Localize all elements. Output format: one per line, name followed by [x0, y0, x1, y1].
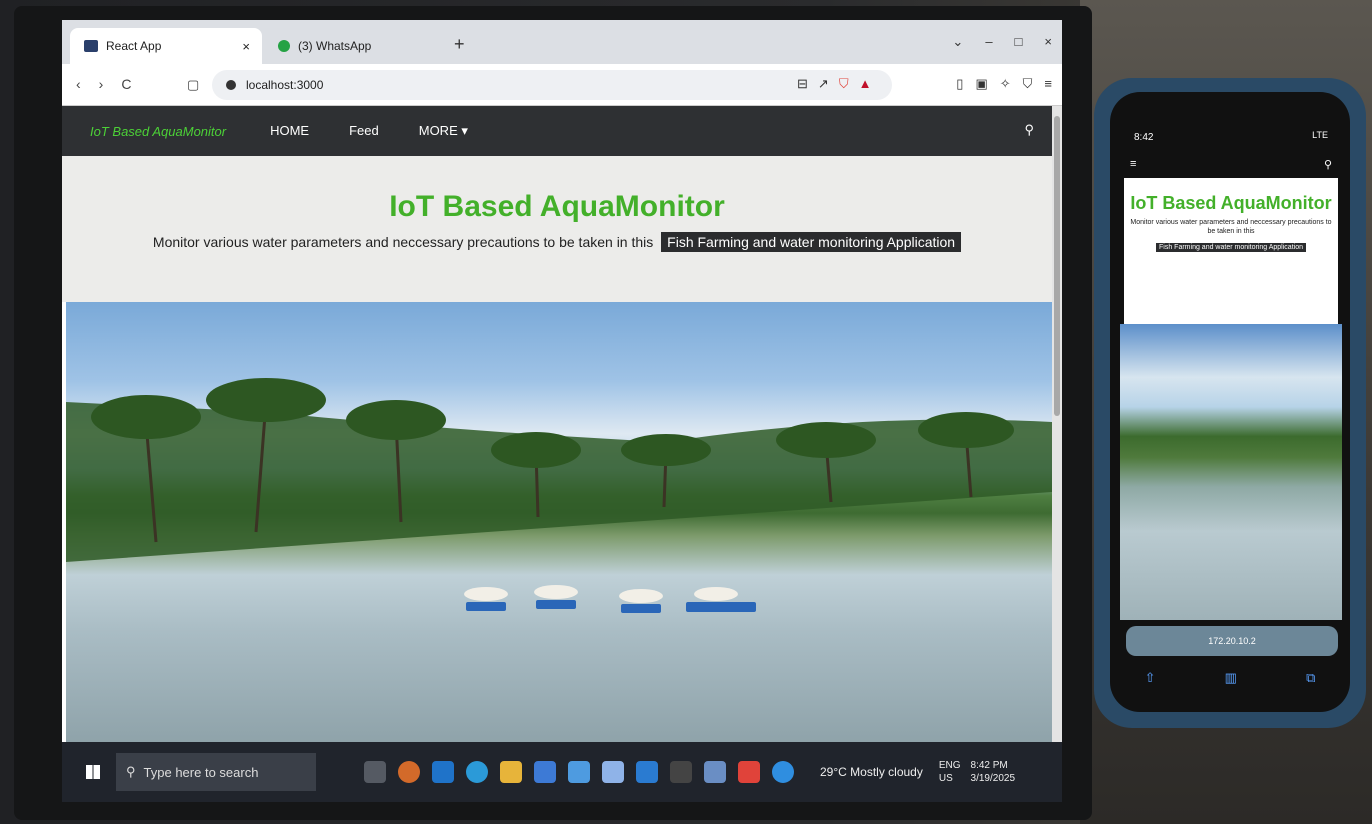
copilot-icon[interactable] [398, 761, 420, 783]
search-icon[interactable]: ⚲ [1324, 158, 1332, 171]
maximize-icon[interactable]: □ [1015, 34, 1023, 50]
back-icon[interactable]: ‹ [76, 76, 81, 92]
phone-subtitle: Monitor various water parameters and nec… [1130, 219, 1332, 235]
store-icon[interactable] [534, 761, 556, 783]
taskbar-search[interactable]: ⚲ Type here to search [116, 753, 316, 791]
sidebar-icon[interactable]: ▯ [956, 76, 963, 92]
phone-screen: 8:42 LTE ≡ ⚲ IoT Based AquaMonitor Monit… [1110, 92, 1350, 712]
scrollbar-thumb[interactable] [1054, 116, 1060, 416]
address-icons: ⊟ ↗ ⛉ ▲ [797, 76, 871, 92]
share-icon[interactable]: ↗ [818, 76, 829, 92]
monitor-screen: React App × (3) WhatsApp + ⌄ – □ × ‹ › C… [62, 20, 1062, 802]
clock-time: 8:42 PM [970, 760, 1008, 771]
close-window-icon[interactable]: × [1044, 34, 1052, 50]
outlook-icon[interactable] [432, 761, 454, 783]
brave-shield-icon[interactable]: ⛉ [839, 76, 849, 92]
notes-icon[interactable] [704, 761, 726, 783]
phone-network: LTE [1312, 130, 1328, 140]
react-favicon-icon [84, 40, 98, 52]
tab-react-app[interactable]: React App × [70, 28, 262, 64]
lang-top: ENG [938, 760, 961, 771]
forward-icon[interactable]: › [99, 76, 104, 92]
vpn-icon[interactable]: ⛉ [1023, 76, 1033, 92]
site-menu: HOME Feed MORE ▾ [270, 123, 468, 139]
search-icon[interactable]: ⚲ [1024, 122, 1034, 138]
tab-label: React App [106, 39, 162, 53]
bookmarks-icon[interactable]: ▥ [1225, 670, 1237, 686]
install-icon[interactable]: ⊟ [797, 76, 808, 92]
nav-buttons: ‹ › C [76, 76, 131, 92]
site-brand[interactable]: IoT Based AquaMonitor [90, 124, 226, 139]
menu-home[interactable]: HOME [270, 123, 309, 139]
documents-icon[interactable] [602, 761, 624, 783]
whatsapp-favicon-icon [278, 40, 290, 52]
close-tab-icon[interactable]: × [242, 39, 250, 54]
menu-feed[interactable]: Feed [349, 123, 379, 139]
phone-url-bar[interactable]: 172.20.10.2 [1126, 626, 1338, 656]
search-icon: ⚲ [126, 764, 136, 779]
hero-banner: IoT Based AquaMonitor Monitor various wa… [62, 156, 1052, 302]
brave-icon[interactable] [738, 761, 760, 783]
desktop-monitor: React App × (3) WhatsApp + ⌄ – □ × ‹ › C… [14, 6, 1092, 820]
subtitle-text: Monitor various water parameters and nec… [152, 234, 654, 250]
tab-whatsapp[interactable]: (3) WhatsApp [264, 28, 444, 64]
language-indicator[interactable]: ENG US [939, 759, 961, 785]
pinned-apps [364, 761, 794, 783]
task-view-icon[interactable] [364, 761, 386, 783]
taskbar-clock[interactable]: 8:42 PM 3/19/2025 [971, 759, 1016, 785]
bookmark-icon[interactable]: ▢ [187, 77, 199, 93]
edge-icon[interactable] [466, 761, 488, 783]
tabs-icon[interactable]: ⧉ [1306, 670, 1315, 686]
clock-date: 3/19/2025 [970, 773, 1016, 784]
subtitle-highlight: Fish Farming and water monitoring Applic… [661, 232, 962, 252]
phone-hero: IoT Based AquaMonitor Monitor various wa… [1124, 178, 1338, 324]
search-placeholder: Type here to search [143, 764, 259, 780]
tab-label: (3) WhatsApp [298, 39, 372, 53]
pond-illustration [66, 378, 1052, 613]
help-icon[interactable] [772, 761, 794, 783]
photos-icon[interactable] [568, 761, 590, 783]
tab-list-icon[interactable]: ⌄ [952, 34, 963, 50]
phone-title: IoT Based AquaMonitor [1130, 193, 1332, 213]
extension-icons: ▯ ▣ ✧ ⛉ ≡ [956, 76, 1052, 92]
phone-highlight: Fish Farming and water monitoring Applic… [1156, 243, 1306, 252]
windows-start-icon[interactable] [86, 765, 100, 779]
new-tab-button[interactable]: + [454, 34, 465, 55]
fish-pond-image [66, 302, 1052, 742]
photo-scene: React App × (3) WhatsApp + ⌄ – □ × ‹ › C… [0, 0, 1372, 824]
terminal-icon[interactable] [670, 761, 692, 783]
share-icon[interactable]: ⇧ [1145, 670, 1156, 686]
page-title: IoT Based AquaMonitor [389, 190, 725, 223]
menu-icon[interactable]: ≡ [1044, 76, 1052, 92]
rewards-icon[interactable]: ▲ [859, 76, 872, 92]
phone-pond-image [1120, 324, 1342, 620]
address-bar: ‹ › C ▢ localhost:3000 ⊟ ↗ ⛉ ▲ ▯ ▣ ✧ ⛉ ≡ [62, 64, 1062, 106]
file-explorer-icon[interactable] [500, 761, 522, 783]
weather-widget[interactable]: 29°C Mostly cloudy [820, 765, 923, 779]
windows-taskbar: ⚲ Type here to search 29°C Mostly cloudy… [62, 742, 1062, 802]
site-navbar: IoT Based AquaMonitor HOME Feed MORE ▾ ⚲ [62, 106, 1052, 156]
menu-more[interactable]: MORE ▾ [419, 123, 468, 139]
lang-bottom: US [938, 773, 953, 784]
reload-icon[interactable]: C [121, 76, 131, 92]
site-info-icon[interactable] [226, 80, 236, 90]
minimize-icon[interactable]: – [985, 34, 992, 50]
vscode-icon[interactable] [636, 761, 658, 783]
hamburger-icon[interactable]: ≡ [1130, 158, 1136, 170]
wallet-icon[interactable]: ▣ [975, 76, 987, 92]
url-text: localhost:3000 [246, 78, 324, 92]
extensions-icon[interactable]: ✧ [1000, 76, 1011, 92]
page-scrollbar[interactable] [1052, 106, 1062, 742]
phone-toolbar: ⇧ ▥ ⧉ [1110, 670, 1350, 686]
smartphone: 8:42 LTE ≡ ⚲ IoT Based AquaMonitor Monit… [1094, 78, 1366, 728]
phone-url: 172.20.10.2 [1208, 636, 1256, 646]
browser-tab-bar: React App × (3) WhatsApp + ⌄ – □ × [62, 20, 1062, 64]
url-field[interactable]: localhost:3000 [212, 70, 892, 100]
page-subtitle: Monitor various water parameters and nec… [62, 232, 1052, 252]
phone-time: 8:42 [1134, 132, 1154, 143]
window-controls: ⌄ – □ × [952, 34, 1052, 50]
